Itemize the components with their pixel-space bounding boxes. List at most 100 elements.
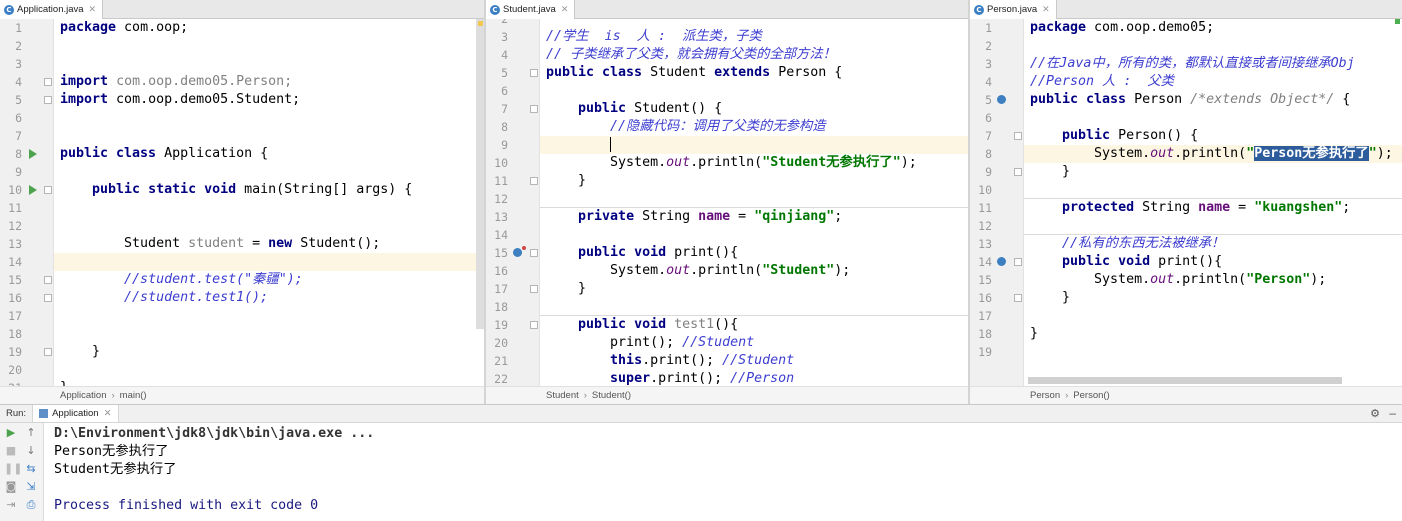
line-number[interactable]: 16 — [970, 289, 992, 307]
line-number[interactable]: 1 — [0, 19, 22, 37]
close-icon[interactable]: ✕ — [104, 408, 112, 419]
code-line[interactable]: public static void main(String[] args) { — [54, 181, 484, 199]
line-number[interactable]: 19 — [486, 316, 508, 334]
warning-marker[interactable] — [478, 21, 483, 26]
fold-marker-icon[interactable] — [44, 96, 52, 104]
code-line[interactable]: print(); //Student — [540, 334, 968, 352]
ok-marker[interactable] — [1395, 19, 1400, 24]
override-marker-icon[interactable] — [997, 257, 1006, 266]
fold-marker-icon[interactable] — [530, 105, 538, 113]
code-line[interactable]: Student student = new Student(); — [54, 235, 484, 253]
code-line[interactable]: public void test1(){ — [540, 316, 968, 334]
line-number[interactable]: 4 — [970, 73, 992, 91]
fold-marker-icon[interactable] — [44, 294, 52, 302]
close-icon[interactable]: ✕ — [561, 4, 569, 15]
code-line[interactable]: //Person 人 : 父类 — [1024, 73, 1402, 91]
code-line[interactable]: // 子类继承了父类，就会拥有父类的全部方法！ — [540, 46, 968, 64]
breadcrumb-class[interactable]: Person — [1030, 390, 1060, 401]
code-line[interactable]: super.print(); //Person — [540, 370, 968, 386]
line-number[interactable]: 14 — [0, 253, 22, 271]
code-line[interactable] — [54, 361, 484, 379]
fold-marker-icon[interactable] — [530, 321, 538, 329]
line-number[interactable]: 22 — [486, 370, 508, 386]
code-area[interactable]: package com.oop.demo05; //在Java中，所有的类，都默认… — [1024, 19, 1402, 386]
stop-icon[interactable]: ■ — [4, 444, 18, 458]
code-editor[interactable]: 2 3 4 5 6 7 8 9 10 11 12 13 14 15 16 17 18 19 20 21 22 //学生 … — [486, 19, 968, 386]
code-line[interactable] — [540, 19, 968, 28]
console-output[interactable]: D:\Environment\jdk8\jdk\bin\java.exe ...… — [54, 423, 1402, 521]
code-line[interactable]: //student.test("秦疆"); — [54, 271, 484, 289]
close-icon[interactable]: ✕ — [89, 4, 97, 15]
fold-marker-icon[interactable] — [1014, 258, 1022, 266]
code-line[interactable] — [54, 253, 484, 271]
code-line[interactable]: package com.oop.demo05; — [1024, 19, 1402, 37]
code-line[interactable]: package com.oop; — [54, 19, 484, 37]
line-number[interactable]: 3 — [0, 55, 22, 73]
breadcrumb-class[interactable]: Student — [546, 390, 579, 401]
run-tab-application[interactable]: Application ✕ — [32, 405, 119, 422]
line-number[interactable]: 21 — [486, 352, 508, 370]
line-number[interactable]: 21 — [0, 379, 22, 386]
code-line[interactable] — [540, 226, 968, 244]
code-line[interactable]: import com.oop.demo05.Person; — [54, 73, 484, 91]
horizontal-scrollbar[interactable] — [1028, 377, 1342, 384]
code-line[interactable]: //隐藏代码：调用了父类的无参构造 — [540, 118, 968, 136]
line-number[interactable]: 2 — [486, 19, 508, 28]
code-line[interactable]: System.out.println("Person"); — [1024, 271, 1402, 289]
fold-marker-icon[interactable] — [44, 78, 52, 86]
code-line[interactable]: //学生 is 人 : 派生类，子类 — [540, 28, 968, 46]
line-number[interactable]: 16 — [486, 262, 508, 280]
code-line[interactable]: System.out.println("Student"); — [540, 262, 968, 280]
code-line[interactable] — [1024, 307, 1402, 325]
tab-student-java[interactable]: C Student.java ✕ — [486, 0, 576, 19]
code-line[interactable] — [540, 82, 968, 100]
code-line[interactable]: //student.test1(); — [54, 289, 484, 307]
line-number[interactable]: 5 — [970, 91, 992, 109]
code-line[interactable]: //在Java中，所有的类，都默认直接或者间接继承Obj — [1024, 55, 1402, 73]
scroll-to-end-icon[interactable]: ⇲ — [24, 480, 38, 494]
console-line-command[interactable]: D:\Environment\jdk8\jdk\bin\java.exe ... — [54, 425, 374, 443]
code-line[interactable]: protected String name = "kuangshen"; — [1024, 199, 1402, 217]
run-gutter-icon[interactable] — [29, 185, 37, 195]
code-line[interactable] — [54, 163, 484, 181]
code-line[interactable]: System.out.println("Person无参执行了"); — [1024, 145, 1402, 163]
code-line[interactable]: } — [1024, 289, 1402, 307]
line-number[interactable]: 17 — [970, 307, 992, 325]
code-line[interactable] — [1024, 217, 1402, 235]
scrollbar[interactable] — [476, 19, 484, 329]
line-number[interactable]: 16 — [0, 289, 22, 307]
line-number[interactable]: 9 — [486, 136, 508, 154]
tab-application-java[interactable]: C Application.java ✕ — [0, 0, 104, 19]
code-line[interactable]: public Person() { — [1024, 127, 1402, 145]
line-number[interactable]: 13 — [970, 235, 992, 253]
line-number[interactable]: 14 — [970, 253, 992, 271]
line-number[interactable]: 19 — [0, 343, 22, 361]
code-line[interactable]: private String name = "qinjiang"; — [540, 208, 968, 226]
minimize-icon[interactable]: – — [1389, 406, 1396, 420]
code-editor[interactable]: 123456789101112131415161718192021 packag… — [0, 19, 484, 386]
code-line[interactable] — [54, 109, 484, 127]
line-number[interactable]: 3 — [970, 55, 992, 73]
line-number[interactable]: 15 — [0, 271, 22, 289]
arrow-down-icon[interactable]: ↓ — [24, 444, 38, 458]
code-line[interactable] — [1024, 181, 1402, 199]
line-number[interactable]: 18 — [970, 325, 992, 343]
code-line[interactable]: this.print(); //Student — [540, 352, 968, 370]
code-editor[interactable]: 1 2 3 4 5 6 7 8 9 10 11 12 13 14 15 16 17 18 19 package co… — [970, 19, 1402, 386]
code-line[interactable]: System.out.println("Student无参执行了"); — [540, 154, 968, 172]
override-marker-icon[interactable] — [997, 95, 1006, 104]
line-number[interactable]: 11 — [486, 172, 508, 190]
code-line[interactable]: } — [54, 343, 484, 361]
code-line[interactable] — [54, 325, 484, 343]
gear-icon[interactable]: ⚙ — [1370, 407, 1380, 420]
pause-icon[interactable]: ❚❚ — [4, 462, 22, 476]
camera-icon[interactable]: ◙ — [4, 480, 18, 494]
code-line[interactable]: } — [1024, 163, 1402, 181]
fold-marker-icon[interactable] — [44, 348, 52, 356]
override-marker-icon[interactable] — [513, 246, 526, 257]
code-line[interactable]: public void print(){ — [1024, 253, 1402, 271]
code-line[interactable] — [1024, 37, 1402, 55]
line-number[interactable]: 12 — [970, 217, 992, 235]
line-number[interactable]: 9 — [970, 163, 992, 181]
line-number[interactable]: 12 — [0, 217, 22, 235]
